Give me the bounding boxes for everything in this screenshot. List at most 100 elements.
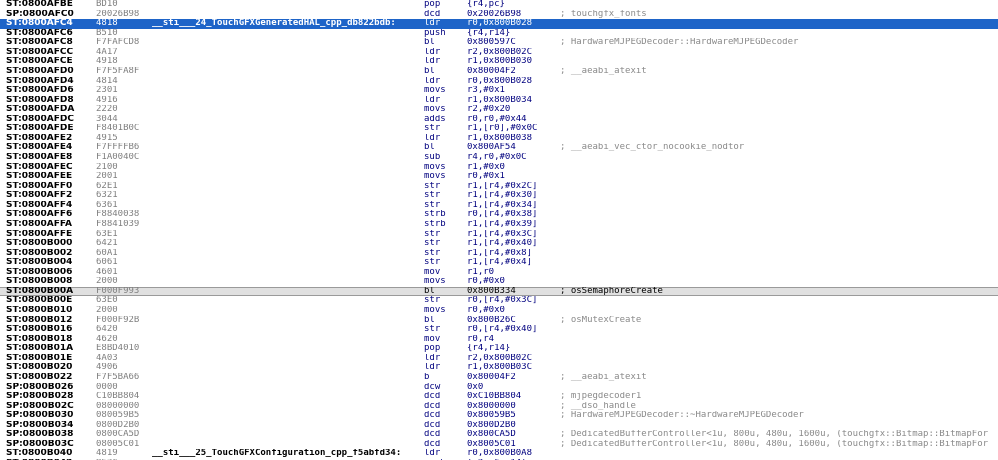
- listing-row[interactable]: ST:0800B008 2000 movs r0,#0x0: [0, 277, 998, 287]
- listing-row[interactable]: ST:0800AFBE BD10 pop {r4,pc}: [0, 0, 998, 10]
- listing-row[interactable]: ST:0800B022 F7F5BA66 b 0x80004F2 ; __aeabi_a…: [0, 373, 998, 383]
- listing-row[interactable]: ST:0800B012 F000F92B bl 0x800B26C ; osMutexC…: [0, 316, 998, 326]
- listing-row[interactable]: ST:0800AFEE 2001 movs r0,#0x1: [0, 172, 998, 182]
- listing-row[interactable]: ST:0800AFD6 2301 movs r3,#0x1: [0, 86, 998, 96]
- listing-row[interactable]: ST:0800AFF6 F8840038 strb r0,[r4,#0x38]: [0, 210, 998, 220]
- row-comment: ; __aeabi_atexit: [560, 372, 647, 382]
- listing-row[interactable]: ST:0800B004 6061 str r1,[r4,#0x4]: [0, 258, 998, 268]
- row-bytes: 20026B98: [96, 9, 140, 19]
- row-mnemonic: pop: [424, 344, 441, 354]
- row-operands: 0x800D2B0: [467, 420, 516, 430]
- row-operands: r0,0x800B0A8: [467, 449, 533, 459]
- listing-row[interactable]: ST:0800AFE8 F1A0040C sub r4,r0,#0x0C: [0, 153, 998, 163]
- row-mnemonic: dcd: [424, 9, 441, 19]
- row-operands: 0x800597C: [467, 38, 516, 48]
- listing-row[interactable]: ST:0800B002 60A1 str r1,[r4,#0x8]: [0, 249, 998, 259]
- listing-row[interactable]: ST:0800B000 6421 str r1,[r4,#0x40]: [0, 239, 998, 249]
- listing-row[interactable]: ST:0800B01A E8BD4010 pop {r4,r14}: [0, 344, 998, 354]
- row-mnemonic: movs: [424, 86, 446, 96]
- row-mnemonic: bl: [424, 286, 435, 296]
- disassembly-listing[interactable]: ST:0800AFBE BD10 pop {r4,pc} SP:0800AFC0 2002…: [0, 0, 998, 460]
- listing-row[interactable]: ST:0800AFE2 4915 ldr r1,0x800B038: [0, 134, 998, 144]
- listing-row[interactable]: ST:0800AFD4 4814 ldr r0,0x800B028: [0, 77, 998, 87]
- row-bytes: 080059B5: [96, 411, 140, 421]
- listing-row[interactable]: ST:0800B040 4819 __sti___25_TouchGFXConfig…: [0, 449, 998, 459]
- listing-row[interactable]: ST:0800AFDE F8401B0C str r1,[r0],#0x0C: [0, 124, 998, 134]
- row-bytes: 6061: [96, 258, 118, 268]
- listing-row[interactable]: ST:0800B010 2000 movs r0,#0x0: [0, 306, 998, 316]
- row-bytes: E8BD4010: [96, 344, 140, 354]
- row-address: ST:0800B01E: [6, 353, 73, 363]
- listing-row[interactable]: ST:0800B020 4906 ldr r1,0x800B03C: [0, 363, 998, 373]
- listing-row[interactable]: SP:0800B038 0800CA5D dcd 0x800CA5D ; Dedicat…: [0, 430, 998, 440]
- row-operands: r2,#0x20: [467, 105, 511, 115]
- row-mnemonic: dcd: [424, 430, 441, 440]
- listing-row[interactable]: SP:0800B030 080059B5 dcd 0x80059B5 ; Hardwar…: [0, 411, 998, 421]
- row-mnemonic: dcd: [424, 392, 441, 402]
- row-bytes: 62E1: [96, 181, 118, 191]
- row-address: ST:0800AFD0: [6, 66, 74, 76]
- listing-row[interactable]: SP:0800B028 C10BB804 dcd 0xC10BB804 ; mjpegd…: [0, 392, 998, 402]
- row-bytes: 2001: [96, 172, 118, 182]
- listing-row[interactable]: ST:0800B006 4601 mov r1,r0: [0, 268, 998, 278]
- row-operands: r1,[r4,#0x40]: [467, 239, 538, 249]
- listing-row[interactable]: SP:0800B034 0800D2B0 dcd 0x800D2B0: [0, 421, 998, 431]
- listing-row[interactable]: ST:0800AFDA 2220 movs r2,#0x20: [0, 105, 998, 115]
- row-mnemonic: movs: [424, 172, 446, 182]
- row-mnemonic: sub: [424, 153, 441, 162]
- row-bytes: 63E1: [96, 229, 118, 239]
- listing-row[interactable]: ST:0800B01E 4A03 ldr r2,0x800B02C: [0, 354, 998, 364]
- listing-row[interactable]: ST:0800AFFE 63E1 str r1,[r4,#0x3C]: [0, 230, 998, 240]
- listing-row[interactable]: ST:0800B018 4620 mov r0,r4: [0, 335, 998, 345]
- listing-row[interactable]: ST:0800B00E 63E0 str r0,[r4,#0x3C]: [0, 296, 998, 306]
- row-address: ST:0800B004: [6, 258, 73, 268]
- listing-row[interactable]: SP:0800B026 0000 dcw 0x0: [0, 383, 998, 393]
- row-bytes: 60A1: [96, 248, 118, 258]
- listing-row[interactable]: ST:0800AFD8 4916 ldr r1,0x800B034: [0, 96, 998, 106]
- row-bytes: B510: [96, 28, 118, 38]
- listing-row[interactable]: SP:0800AFC0 20026B98 dcd 0x20026B98 ; touchg…: [0, 10, 998, 20]
- listing-row[interactable]: ST:0800B016 6420 str r0,[r4,#0x40]: [0, 325, 998, 335]
- row-mnemonic: ldr: [424, 363, 441, 373]
- listing-row[interactable]: ST:0800AFF0 62E1 str r1,[r4,#0x2C]: [0, 182, 998, 192]
- row-bytes: 4906: [96, 363, 118, 373]
- row-bytes: BD10: [96, 0, 118, 9]
- row-address: ST:0800AFDA: [6, 105, 75, 115]
- row-bytes: 4A17: [96, 47, 118, 57]
- row-mnemonic: ldr: [424, 57, 441, 67]
- listing-row[interactable]: ST:0800AFF2 6321 str r1,[r4,#0x30]: [0, 191, 998, 201]
- row-operands: r1,[r4,#0x2C]: [467, 181, 538, 191]
- row-bytes: F8840038: [96, 210, 140, 220]
- listing-row[interactable]: ST:0800AFDC 3044 adds r0,r0,#0x44: [0, 115, 998, 125]
- row-operands: r1,[r4,#0x8]: [467, 248, 533, 258]
- listing-row[interactable]: ST:0800AFF4 6361 str r1,[r4,#0x34]: [0, 201, 998, 211]
- row-operands: r0,r0,#0x44: [467, 114, 527, 124]
- listing-row[interactable]: ST:0800AFD0 F7F5FA8F bl 0x80004F2 ; __aeabi_…: [0, 67, 998, 77]
- listing-row[interactable]: ST:0800AFCE 4918 ldr r1,0x800B030: [0, 57, 998, 67]
- row-address: ST:0800AFD4: [6, 76, 74, 86]
- row-address: ST:0800AFF0: [6, 181, 73, 191]
- row-operands: r1,[r4,#0x4]: [467, 258, 533, 268]
- current-line[interactable]: ST:0800AFC4 4818 __sti___24_TouchGFXGenera…: [0, 19, 998, 29]
- listing-row[interactable]: SP:0800B03C 08005C01 dcd 0x8005C01 ; Dedicat…: [0, 440, 998, 450]
- row-operands: r1,[r4,#0x39]: [467, 219, 538, 229]
- row-mnemonic: dcd: [424, 420, 441, 430]
- row-mnemonic: movs: [424, 162, 446, 172]
- listing-row[interactable]: SP:0800B02C 08000000 dcd 0x8000000 ; __dso_h…: [0, 402, 998, 412]
- row-bytes: F8841039: [96, 219, 140, 229]
- highlighted-line[interactable]: ST:0800B00A F000F993 bl 0x800B334 ; osSemaph…: [0, 286, 998, 297]
- row-address: SP:0800B03C: [6, 439, 74, 449]
- row-address: ST:0800B002: [6, 248, 73, 258]
- listing-row[interactable]: ST:0800AFEC 2100 movs r1,#0x0: [0, 163, 998, 173]
- listing-row[interactable]: ST:0800AFCC 4A17 ldr r2,0x800B02C: [0, 48, 998, 58]
- listing-row[interactable]: ST:0800AFE4 F7FFFFB6 bl 0x800AF54 ; __aeabi_…: [0, 143, 998, 153]
- listing-row[interactable]: ST:0800AFC6 B510 push {r4,r14}: [0, 29, 998, 39]
- row-address: ST:0800B016: [6, 325, 73, 335]
- listing-row[interactable]: ST:0800AFFA F8841039 strb r1,[r4,#0x39]: [0, 220, 998, 230]
- row-operands: 0x800B334: [467, 286, 516, 296]
- row-address: SP:0800AFC0: [6, 9, 74, 19]
- row-operands: r0,#0x1: [467, 172, 505, 182]
- row-mnemonic: str: [424, 248, 441, 258]
- row-operands: r0,#0x0: [467, 306, 505, 315]
- listing-row[interactable]: ST:0800AFC8 F7FAFCD8 bl 0x800597C ; Hardware…: [0, 38, 998, 48]
